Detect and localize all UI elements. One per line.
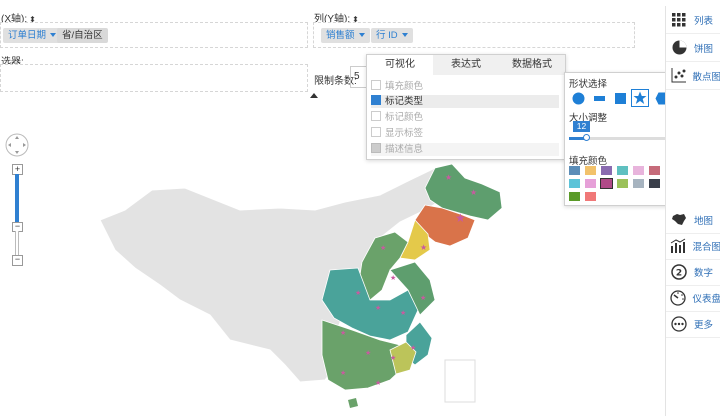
option-show-label[interactable]: 显示标签	[371, 127, 559, 140]
chart-type-panel: 列表 饼图 散点图 地图 混合图 2 数字 仪表盘 更多	[665, 6, 720, 416]
zoom-slider-track[interactable]	[15, 174, 19, 222]
chart-type-combo[interactable]: 混合图	[666, 232, 720, 260]
field-pill-province[interactable]: 省/自治区	[57, 28, 108, 43]
field-pill-sales[interactable]: 销售额	[321, 28, 370, 43]
map-marker: ★	[380, 244, 386, 252]
option-marker-color[interactable]: 标记颜色	[371, 111, 559, 124]
size-value-badge: 12	[573, 121, 590, 132]
line-icon[interactable]	[590, 89, 608, 107]
chart-type-map[interactable]: 地图	[666, 206, 720, 234]
map-marker: ★	[390, 274, 396, 282]
star-icon[interactable]	[631, 89, 649, 107]
map-marker: ★	[420, 294, 426, 302]
checkbox[interactable]	[371, 111, 381, 122]
x-axis-drop-zone[interactable]: 订单日期 省/自治区	[0, 22, 308, 48]
color-swatch[interactable]	[649, 179, 660, 188]
color-swatch[interactable]	[585, 166, 596, 175]
color-swatch[interactable]	[633, 179, 644, 188]
number-icon: 2	[670, 263, 688, 281]
color-swatch[interactable]	[600, 178, 613, 189]
color-swatch[interactable]	[649, 166, 660, 175]
chart-type-scatter[interactable]: 散点图	[666, 62, 720, 90]
map-marker: ★	[420, 243, 427, 252]
map-inset-south-sea	[444, 359, 476, 403]
color-swatch[interactable]	[617, 179, 628, 188]
filter-drop-zone[interactable]	[0, 64, 308, 92]
map-marker: ★	[400, 309, 406, 317]
chart-type-number[interactable]: 2 数字	[666, 258, 720, 286]
chevron-down-icon	[50, 33, 57, 38]
chevron-down-icon	[401, 33, 408, 38]
visualization-popup: 可视化 表达式 数据格式 填充颜色 标记类型 标记颜色 显示标签 描述信息	[366, 54, 566, 160]
map-region-hainan	[348, 398, 358, 408]
gauge-icon	[670, 289, 686, 307]
checkbox[interactable]	[371, 143, 381, 154]
color-swatch[interactable]	[569, 179, 580, 188]
map-marker: ★	[355, 289, 361, 297]
zoom-slider-lower	[15, 231, 19, 255]
zoom-out-button[interactable]: −	[12, 255, 23, 266]
map-marker: ★	[390, 354, 396, 362]
checkbox-checked[interactable]	[371, 95, 381, 106]
map-marker: ★	[375, 379, 381, 387]
color-swatch[interactable]	[617, 166, 628, 175]
grid-icon	[670, 11, 688, 29]
color-swatch[interactable]	[585, 192, 596, 201]
circle-icon[interactable]	[569, 89, 587, 107]
svg-text:2: 2	[676, 268, 682, 278]
map-marker: ★	[365, 349, 371, 357]
china-map[interactable]: ★ ★ ★ ★ ★ ★ ★ ★ ★ ★ ★ ★ ★ ★ ★ ★	[90, 150, 520, 416]
field-pill-order-date[interactable]: 订单日期	[3, 28, 62, 43]
pan-control[interactable]	[5, 133, 29, 157]
map-marker: ★	[410, 344, 416, 352]
fill-color-label: 填充颜色	[569, 156, 608, 167]
chart-type-more[interactable]: 更多	[666, 310, 720, 338]
tab-expression[interactable]: 表达式	[433, 55, 499, 75]
chart-type-gauge[interactable]: 仪表盘	[666, 284, 720, 312]
size-slider-handle[interactable]	[583, 134, 591, 141]
color-swatch[interactable]	[569, 166, 580, 175]
color-swatch[interactable]	[601, 166, 612, 175]
scatter-icon	[670, 67, 686, 85]
map-marker: ★	[375, 304, 381, 312]
map-marker: ★	[445, 173, 452, 182]
option-description[interactable]: 描述信息	[371, 143, 559, 156]
map-marker: ★	[340, 329, 346, 337]
checkbox[interactable]	[371, 127, 381, 138]
option-marker-type[interactable]: 标记类型	[371, 95, 559, 108]
tab-data-format[interactable]: 数据格式	[499, 55, 565, 75]
square-icon[interactable]	[611, 89, 629, 107]
field-pill-row-id[interactable]: 行 ID	[371, 28, 413, 43]
combo-chart-icon	[670, 237, 686, 255]
map-marker: ★	[470, 188, 477, 197]
option-fill-color[interactable]: 填充颜色	[371, 80, 559, 93]
checkbox[interactable]	[371, 80, 381, 91]
tab-visualization[interactable]: 可视化	[367, 55, 433, 75]
collapse-up-icon[interactable]	[310, 93, 318, 98]
map-marker: ★	[455, 211, 466, 225]
map-icon	[670, 211, 688, 229]
color-swatch[interactable]	[633, 166, 644, 175]
pie-icon	[670, 39, 688, 57]
y-axis-drop-zone[interactable]: 销售额 行 ID	[313, 22, 635, 48]
more-icon	[670, 315, 688, 333]
color-swatch[interactable]	[585, 179, 596, 188]
shape-title: 形状选择	[569, 79, 608, 90]
map-marker: ★	[340, 369, 346, 377]
chevron-down-icon	[358, 33, 365, 38]
chart-type-list[interactable]: 列表	[666, 6, 720, 34]
chart-type-pie[interactable]: 饼图	[666, 34, 720, 62]
color-swatch[interactable]	[569, 192, 580, 201]
